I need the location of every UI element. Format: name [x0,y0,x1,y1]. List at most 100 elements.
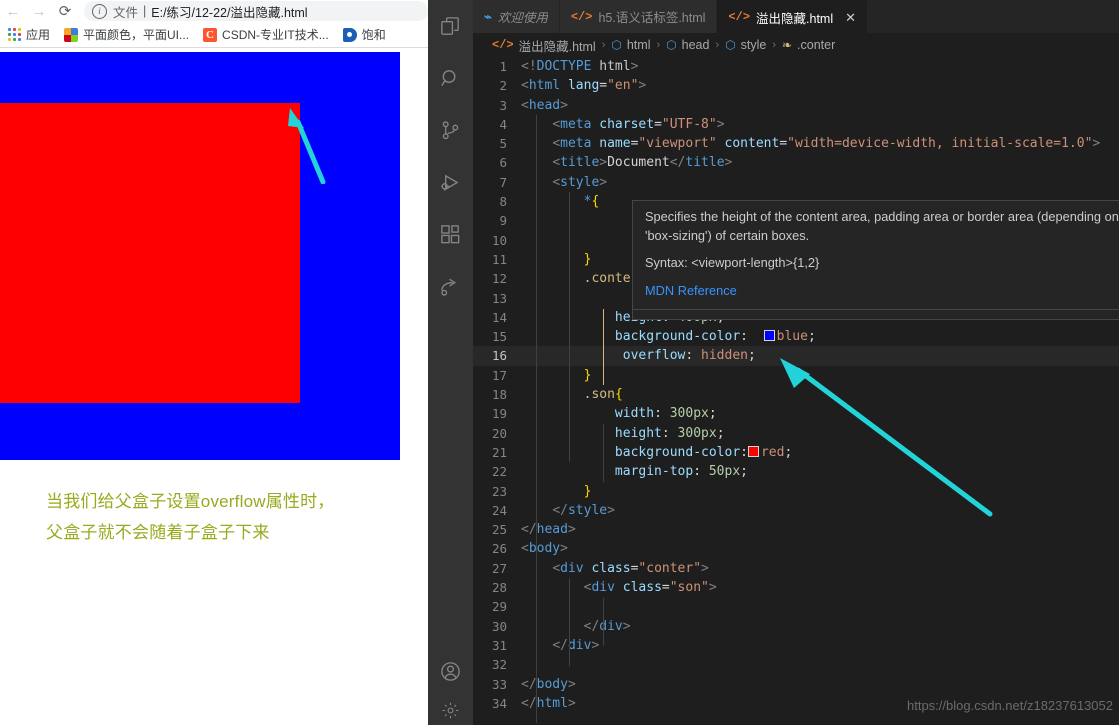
live-share-icon[interactable] [428,260,473,312]
vscode-logo-icon: ⌁ [484,8,492,24]
settings-gear-icon[interactable] [428,695,473,725]
line-number: 8 [499,194,507,210]
line-number: 10 [491,232,507,248]
code-line[interactable]: 26 <body> [473,539,1119,558]
bracket-guide [603,309,604,385]
code-line[interactable]: 27 <div class="conter"> [473,559,1119,578]
indent-guide [603,424,604,482]
code-line[interactable]: 5 <meta name="viewport" content="width=d… [473,134,1119,153]
bookmark-label: 饱和 [361,28,386,42]
color-swatch-blue[interactable] [763,330,775,342]
code-text: width: 300px; [614,406,717,422]
color-swatch-red[interactable] [747,445,759,457]
breadcrumb-item-conter[interactable]: .conter [797,38,835,52]
breadcrumb-item-style[interactable]: style [741,38,767,52]
line-number: 27 [491,560,507,576]
annotation-line-2: 父盒子就不会随着子盒子下来 [46,523,270,542]
code-line[interactable]: 6 <title>Document</title> [473,153,1119,172]
account-icon[interactable] [428,647,473,695]
mdn-reference-link[interactable]: MDN Reference [645,282,1119,301]
hover-tooltip: Specifies the height of the content area… [632,200,1119,320]
html-file-icon: </> [570,9,593,24]
search-icon[interactable] [428,52,473,104]
watermark-url: https://blog.csdn.net/z18237613052 [907,698,1113,713]
code-text: </div> [583,618,631,634]
code-text: <style> [552,174,608,190]
line-number: 24 [491,502,507,518]
code-line[interactable]: 25 </head> [473,520,1119,539]
code-line[interactable]: 22 margin-top: 50px; [473,462,1119,481]
url-scheme-label: 文件 [113,5,139,20]
css-rule-icon: ❧ [781,38,793,52]
blue-dot-icon [342,27,357,42]
code-line[interactable]: 3 <head> [473,96,1119,115]
back-button[interactable]: ← [0,0,26,22]
bookmark-apps[interactable]: 应用 [8,26,50,43]
extensions-icon[interactable] [428,208,473,260]
element-cube-icon: ⬡ [666,38,677,52]
code-editor[interactable]: 1 <!DOCTYPE html> 2 <html lang="en"> 3 <… [473,57,1119,725]
line-number: 9 [499,213,507,229]
breadcrumb-separator: › [715,39,720,51]
code-text: <body> [521,541,568,557]
forward-button[interactable]: → [26,0,52,22]
line-number: 33 [491,676,507,692]
page-info-icon[interactable]: i [92,3,107,19]
code-line[interactable]: 23 } [473,482,1119,501]
line-number: 15 [491,329,507,345]
reload-button[interactable]: ⟳ [52,0,78,22]
line-number: 3 [499,97,507,113]
breadcrumb: </> 溢出隐藏.html › ⬡ html › ⬡ head › ⬡ styl… [473,33,1119,57]
line-number: 28 [491,580,507,596]
line-number: 30 [491,618,507,634]
line-number: 6 [499,155,507,171]
line-number: 16 [491,348,507,364]
code-text: background-color: red; [614,444,793,460]
code-line[interactable]: 2 <html lang="en"> [473,76,1119,95]
code-text: margin-top: 50px; [614,464,748,480]
code-text: </div> [552,637,600,653]
line-number: 32 [491,657,507,673]
line-number: 25 [491,522,507,538]
line-number: 20 [491,425,507,441]
bookmark-csdn[interactable]: C CSDN-专业IT技术... [203,26,329,43]
explorer-icon[interactable] [428,0,473,52]
tab-welcome[interactable]: ⌁ 欢迎使用 [473,0,560,33]
breadcrumb-item-file[interactable]: 溢出隐藏.html [519,36,596,55]
html-file-icon: </> [492,38,514,52]
editor-tab-bar: ⌁ 欢迎使用 </> h5.语义话标签.html </> 溢出隐藏.html ✕ [473,0,1119,33]
breadcrumb-item-head[interactable]: head [682,38,710,52]
breadcrumb-item-html[interactable]: html [627,38,651,52]
browser-window: ← → ⟳ i 文件 | E:/练习/12-22/溢出隐藏.html 应用 平面… [0,0,428,725]
address-bar[interactable]: i 文件 | E:/练习/12-22/溢出隐藏.html [84,1,428,21]
line-number: 19 [491,406,507,422]
rendered-page: 当我们给父盒子设置overflow属性时， 父盒子就不会随着子盒子下来 [0,49,428,725]
code-line[interactable]: 7 <style> [473,173,1119,192]
code-text: <meta charset="UTF-8"> [552,116,725,132]
source-control-icon[interactable] [428,104,473,156]
line-number: 4 [499,116,507,132]
line-number: 34 [491,695,507,711]
code-text: } [583,483,592,499]
html-file-icon: </> [728,10,751,24]
code-line[interactable]: 4 <meta charset="UTF-8"> [473,115,1119,134]
screen-root: ← → ⟳ i 文件 | E:/练习/12-22/溢出隐藏.html 应用 平面… [0,0,1119,725]
tab-h5-semantic-html[interactable]: </> h5.语义话标签.html [559,0,718,33]
bookmark-saturation[interactable]: 饱和 [342,26,386,43]
line-number: 5 [499,136,507,152]
tab-overflow-hidden-html[interactable]: </> 溢出隐藏.html ✕ [717,0,869,33]
code-line[interactable]: 33 </body> [473,675,1119,694]
parent-box-conter [0,52,400,460]
bookmark-flat-colors[interactable]: 平面颜色，平面UI... [64,26,189,43]
code-line[interactable]: 24 </style> [473,501,1119,520]
run-debug-icon[interactable] [428,156,473,208]
element-cube-icon: ⬡ [725,38,736,52]
editor-area: ⌁ 欢迎使用 </> h5.语义话标签.html </> 溢出隐藏.html ✕… [473,0,1119,725]
line-number: 7 [499,174,507,190]
close-icon[interactable]: ✕ [845,11,856,24]
code-text: <div class="son"> [583,580,717,596]
code-line[interactable]: 1 <!DOCTYPE html> [473,57,1119,76]
code-text: <html lang="en"> [521,78,647,94]
code-text: .son{ [583,387,623,403]
annotation-text: 当我们给父盒子设置overflow属性时， 父盒子就不会随着子盒子下来 [46,486,426,548]
